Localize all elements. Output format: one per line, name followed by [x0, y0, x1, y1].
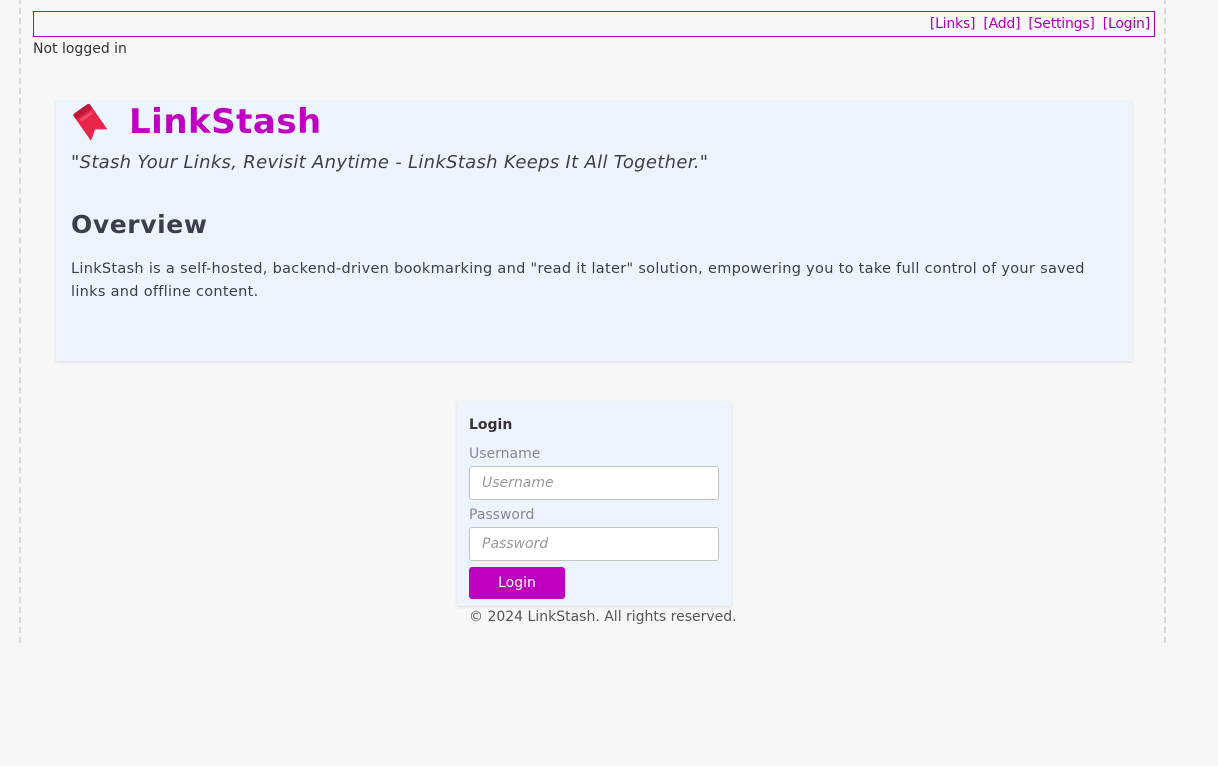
login-button[interactable]: Login	[469, 567, 565, 599]
tagline-text: Stash Your Links, Revisit Anytime - Link…	[79, 152, 700, 173]
password-label: Password	[469, 507, 535, 523]
password-input[interactable]	[469, 527, 719, 561]
bookmark-icon	[71, 102, 109, 142]
nav-link-settings[interactable]: [Settings]	[1028, 16, 1095, 32]
login-status: Not logged in	[33, 41, 127, 57]
site-title: LinkStash	[71, 101, 322, 143]
username-label: Username	[469, 446, 541, 462]
tagline-close-quote: "	[699, 152, 709, 173]
overview-heading: Overview	[71, 210, 208, 239]
top-nav-bar: [Links] [Add] [Settings] [Login]	[33, 11, 1155, 37]
nav-link-links[interactable]: [Links]	[930, 16, 976, 32]
overview-text: LinkStash is a self-hosted, backend-driv…	[71, 261, 1085, 300]
nav-link-login[interactable]: [Login]	[1103, 16, 1150, 32]
nav-link-add[interactable]: [Add]	[983, 16, 1020, 32]
username-input[interactable]	[469, 466, 719, 500]
site-title-text: LinkStash	[129, 102, 322, 142]
hero-panel: LinkStash "Stash Your Links, Revisit Any…	[56, 101, 1132, 361]
tagline-open-quote: "	[71, 152, 80, 173]
login-form: Login Username Password Login	[457, 401, 731, 606]
login-heading: Login	[469, 417, 513, 433]
tagline: "Stash Your Links, Revisit Anytime - Lin…	[71, 152, 708, 173]
footer-copyright: © 2024 LinkStash. All rights reserved.	[469, 609, 737, 625]
